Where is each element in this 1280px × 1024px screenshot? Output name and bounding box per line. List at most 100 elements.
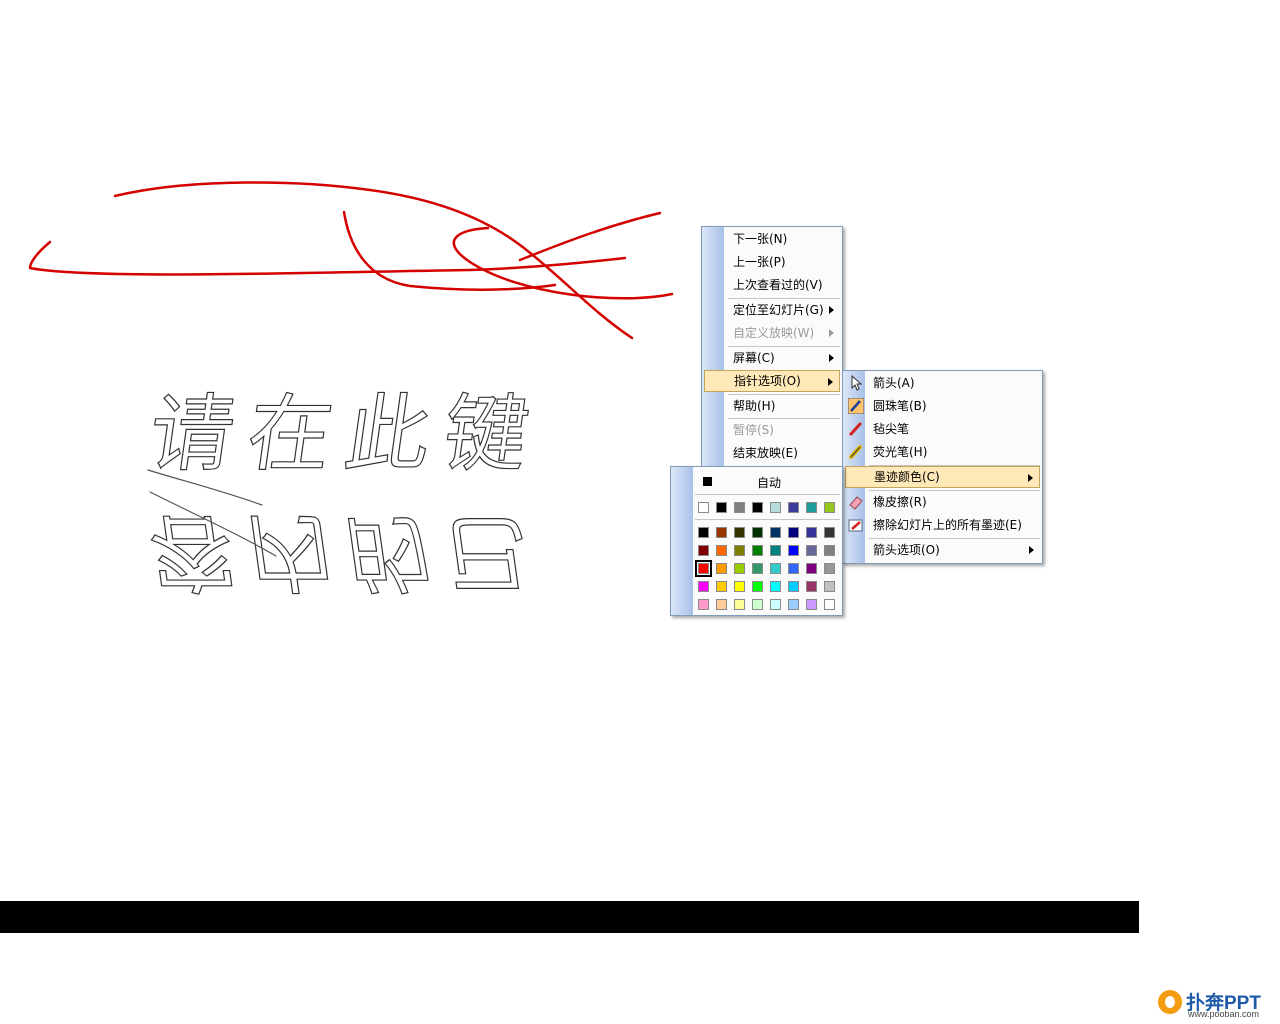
slide-bottom-bar	[0, 901, 1139, 933]
color-swatch[interactable]	[770, 527, 781, 538]
automatic-color-option[interactable]: 自动	[695, 472, 838, 490]
menu-item-label: 圆珠笔(B)	[873, 399, 927, 413]
submenu-arrow-icon	[828, 378, 833, 386]
color-swatch[interactable]	[770, 563, 781, 574]
color-swatch[interactable]	[698, 545, 709, 556]
menu-item-arrow-options[interactable]: 箭头选项(O)	[845, 539, 1040, 561]
color-swatch[interactable]	[752, 502, 763, 513]
color-swatch[interactable]	[752, 563, 763, 574]
color-swatch[interactable]	[788, 527, 799, 538]
color-swatch[interactable]	[698, 502, 709, 513]
menu-item-ink-color[interactable]: 墨迹颜色(C)	[845, 466, 1040, 488]
ballpoint-pen-icon	[848, 398, 864, 414]
menu-item-previous[interactable]: 上一张(P)	[704, 251, 840, 273]
color-swatch[interactable]	[752, 599, 763, 610]
menu-gutter	[671, 467, 693, 615]
palette-separator	[695, 519, 840, 520]
submenu-arrow-icon	[829, 354, 834, 362]
menu-item-label: 屏幕(C)	[733, 351, 775, 365]
menu-item-end-show[interactable]: 结束放映(E)	[704, 442, 840, 464]
menu-item-label: 箭头选项(O)	[873, 543, 940, 557]
color-swatch[interactable]	[806, 502, 817, 513]
color-swatch[interactable]	[770, 545, 781, 556]
menu-item-go-to-slide[interactable]: 定位至幻灯片(G)	[704, 299, 840, 321]
color-swatch[interactable]	[716, 563, 727, 574]
color-swatch[interactable]	[824, 545, 835, 556]
color-swatch[interactable]	[806, 563, 817, 574]
slide-subtitle-mirrored-text: 容内的已	[143, 502, 550, 601]
menu-item-label: 墨迹颜色(C)	[874, 470, 940, 484]
color-swatch[interactable]	[716, 599, 727, 610]
color-swatch[interactable]	[824, 581, 835, 592]
color-swatch[interactable]	[824, 527, 835, 538]
color-swatch[interactable]	[716, 527, 727, 538]
felt-tip-pen-icon	[849, 422, 862, 436]
color-swatch[interactable]	[788, 545, 799, 556]
ink-stroke	[113, 181, 634, 340]
menu-item-label: 毡尖笔	[873, 422, 910, 436]
menu-item-erase-all-ink[interactable]: 擦除幻灯片上的所有墨迹(E)	[845, 514, 1040, 536]
slide-canvas: 请在此键 容内的已	[0, 0, 1280, 1024]
menu-item-label: 上次查看过的(V)	[733, 278, 823, 292]
menu-item-pointer-options[interactable]: 指针选项(O)	[704, 370, 840, 392]
menu-item-highlighter[interactable]: 荧光笔(H)	[845, 441, 1040, 463]
color-swatch[interactable]	[716, 502, 727, 513]
menu-item-label: 暂停(S)	[733, 423, 774, 437]
color-swatch[interactable]	[770, 502, 781, 513]
automatic-color-label: 自动	[757, 476, 782, 490]
arrow-cursor-icon	[851, 375, 863, 391]
slideshow-context-menu: 下一张(N) 上一张(P) 上次查看过的(V) 定位至幻灯片(G) 自定义放映(…	[701, 226, 843, 468]
menu-item-felt-tip-pen[interactable]: 毡尖笔	[845, 418, 1040, 440]
menu-item-pause[interactable]: 暂停(S)	[704, 419, 840, 441]
color-swatch[interactable]	[824, 599, 835, 610]
erase-all-ink-icon	[848, 519, 863, 532]
color-swatch[interactable]	[788, 581, 799, 592]
color-swatch[interactable]	[734, 545, 745, 556]
ink-stroke	[342, 210, 557, 291]
color-swatch[interactable]	[698, 599, 709, 610]
color-swatch[interactable]	[824, 502, 835, 513]
pointer-options-submenu: 箭头(A) 圆珠笔(B) 毡尖笔 荧光笔(H) 墨迹颜色(C) 橡皮擦(R) 擦…	[842, 370, 1043, 564]
ink-stroke	[452, 226, 674, 300]
color-swatch[interactable]	[752, 545, 763, 556]
menu-item-ballpoint-pen[interactable]: 圆珠笔(B)	[845, 395, 1040, 417]
color-swatch[interactable]	[752, 527, 763, 538]
color-swatch[interactable]	[770, 581, 781, 592]
menu-item-custom-show[interactable]: 自定义放映(W)	[704, 322, 840, 344]
color-swatch[interactable]	[734, 599, 745, 610]
color-swatch[interactable]	[752, 581, 763, 592]
color-swatch[interactable]	[695, 560, 712, 577]
color-swatch[interactable]	[734, 563, 745, 574]
color-swatch[interactable]	[716, 581, 727, 592]
color-swatch[interactable]	[734, 581, 745, 592]
color-swatch[interactable]	[806, 545, 817, 556]
menu-item-eraser[interactable]: 橡皮擦(R)	[845, 491, 1040, 513]
submenu-arrow-icon	[1028, 474, 1033, 482]
color-swatch[interactable]	[734, 527, 745, 538]
color-swatch[interactable]	[824, 563, 835, 574]
color-swatch[interactable]	[788, 502, 799, 513]
color-swatch[interactable]	[806, 527, 817, 538]
menu-item-next[interactable]: 下一张(N)	[704, 228, 840, 250]
menu-item-arrow[interactable]: 箭头(A)	[845, 372, 1040, 394]
ink-color-palette: 自动	[670, 466, 843, 616]
logo-url: www.pooban.com	[1188, 1009, 1260, 1019]
ink-stroke	[518, 211, 662, 262]
menu-item-screen[interactable]: 屏幕(C)	[704, 347, 840, 369]
color-swatch[interactable]	[788, 563, 799, 574]
menu-item-label: 箭头(A)	[873, 376, 915, 390]
menu-item-help[interactable]: 帮助(H)	[704, 395, 840, 417]
color-swatch[interactable]	[770, 599, 781, 610]
color-swatch[interactable]	[788, 599, 799, 610]
palette-separator	[695, 494, 840, 495]
color-swatch[interactable]	[698, 527, 709, 538]
menu-item-last-viewed[interactable]: 上次查看过的(V)	[704, 274, 840, 296]
eraser-icon	[849, 496, 863, 510]
menu-item-label: 指针选项(O)	[734, 374, 801, 388]
color-swatch[interactable]	[806, 581, 817, 592]
color-swatch[interactable]	[734, 502, 745, 513]
menu-item-label: 上一张(P)	[733, 255, 786, 269]
color-swatch[interactable]	[716, 545, 727, 556]
color-swatch[interactable]	[698, 581, 709, 592]
color-swatch[interactable]	[806, 599, 817, 610]
